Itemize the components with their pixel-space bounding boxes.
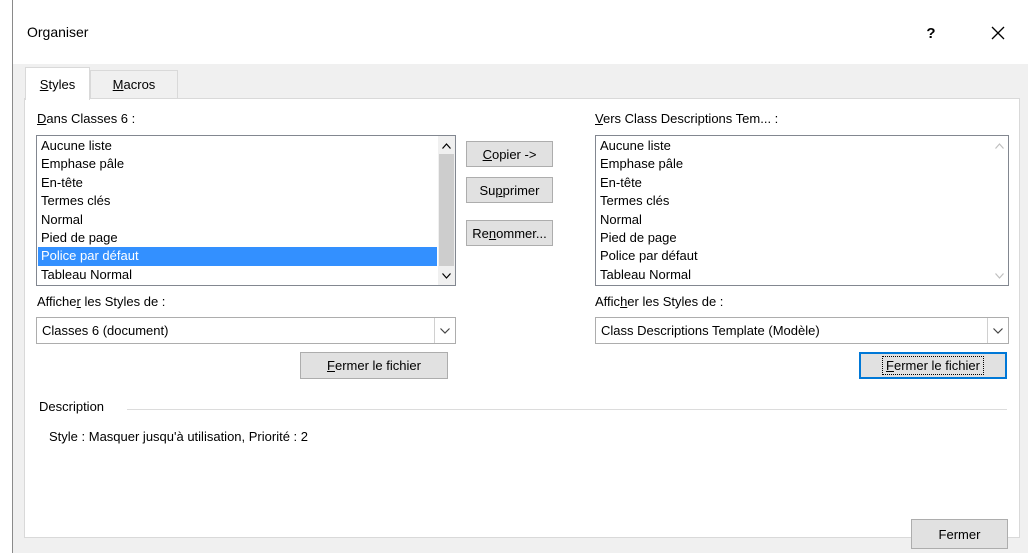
delete-button-accel: p [495,182,503,198]
list-item[interactable]: En-tête [38,174,437,192]
list-item[interactable]: Pied de page [38,229,437,247]
chevron-down-icon [442,272,451,279]
help-button[interactable]: ? [909,16,953,50]
list-item[interactable]: Police par défaut [38,247,437,266]
tab-macros-label: acros [123,77,156,92]
rename-button[interactable]: Re n ommer... [466,220,553,246]
list-item[interactable]: Normal [597,211,990,229]
list-item[interactable]: Termes clés [597,192,990,210]
list-item[interactable]: Aucune liste [38,137,437,155]
right-close-file-button[interactable]: Fermer le fichier [859,352,1007,379]
delete-button-label-post: primer [502,182,540,198]
tab-macros[interactable]: Macros [90,70,178,98]
title-bar: Organiser ? [13,0,1028,64]
chevron-down-icon [995,272,1004,279]
tab-styles[interactable]: Styles [25,67,90,100]
copy-button-label: opier -> [491,146,537,162]
scroll-up-arrow[interactable] [991,137,1008,154]
rename-button-label-post: ommer... [496,225,547,241]
description-divider [127,409,1007,410]
close-dialog-button[interactable]: Fermer [911,519,1008,549]
left-close-file-label: ermer le fichier [334,358,421,373]
right-select-dropdown[interactable] [987,318,1008,343]
tab-styles-accel: S [39,76,49,92]
right-style-list[interactable]: Aucune liste Emphase pâle En-tête Termes cl… [595,135,1009,286]
list-item[interactable]: Emphase pâle [597,155,990,173]
chevron-down-icon [993,327,1003,334]
rename-button-accel: n [488,225,497,241]
left-list-items: Aucune liste Emphase pâle En-tête Termes cl… [38,137,437,284]
right-show-label-post: er les Styles de : [627,294,724,309]
list-item[interactable]: Pied de page [597,229,990,247]
dialog-title: Organiser [27,24,89,40]
rename-button-label-pre: Re [472,225,489,241]
left-select-dropdown[interactable] [434,318,455,343]
left-list-label-accel: D [37,111,47,126]
left-show-label-post: les Styles de : [80,294,166,309]
focus-rect: Fermer le fichier [882,356,984,375]
tab-macros-accel: M [112,77,124,92]
right-show-styles-label: Afficher les Styles de : [595,294,723,309]
close-button[interactable] [975,14,1021,52]
right-list-items: Aucune liste Emphase pâle En-tête Termes cl… [597,137,990,284]
list-item[interactable]: Termes clés [38,192,437,210]
list-item[interactable]: Tableau Normal [38,266,437,284]
scroll-up-arrow[interactable] [438,137,455,154]
copy-button-accel: C [482,146,492,162]
list-item[interactable]: Tableau Normal [597,266,990,284]
right-list-label: Vers Class Descriptions Tem... : [595,111,778,126]
list-item[interactable]: En-tête [597,174,990,192]
right-close-file-accel: F [886,358,894,373]
left-style-list[interactable]: Aucune liste Emphase pâle En-tête Termes cl… [36,135,456,286]
left-close-file-button[interactable]: Fermer le fichier [300,352,448,379]
copy-button[interactable]: Copier -> [466,141,553,167]
left-list-label: Dans Classes 6 : [37,111,135,126]
right-close-file-label: ermer le fichier [893,358,980,373]
tab-styles-label: tyles [48,76,76,92]
description-heading: Description [39,399,105,414]
left-show-styles-label: Afficher les Styles de : [37,294,165,309]
left-select-value: Classes 6 (document) [42,323,169,338]
left-styles-source-select[interactable]: Classes 6 (document) [36,317,456,344]
help-icon: ? [926,24,936,42]
list-item[interactable]: Emphase pâle [38,155,437,173]
scroll-thumb[interactable] [439,154,454,266]
list-item[interactable]: Normal [38,211,437,229]
right-select-value: Class Descriptions Template (Modèle) [601,323,820,338]
scroll-down-arrow[interactable] [991,267,1008,284]
left-close-file-accel: F [327,358,335,373]
right-list-label-text: ers Class Descriptions Tem... : [602,111,779,126]
list-item[interactable]: Police par défaut [597,247,990,265]
description-text: Style : Masquer jusqu'à utilisation, Pri… [49,429,308,444]
dialog-body: Styles Macros Dans Classes 6 : Aucune li… [13,64,1028,553]
left-list-scrollbar[interactable] [438,136,455,285]
styles-panel: Dans Classes 6 : Aucune liste Emphase pâl… [24,98,1020,538]
close-icon [991,26,1005,40]
right-show-label-pre: Affic [595,294,621,309]
chevron-down-icon [440,327,450,334]
right-list-scrollbar[interactable] [991,136,1008,285]
right-styles-source-select[interactable]: Class Descriptions Template (Modèle) [595,317,1009,344]
left-list-label-text: ans Classes 6 : [46,111,136,126]
scroll-down-arrow[interactable] [438,267,455,284]
delete-button[interactable]: Su p primer [466,177,553,203]
left-show-label-pre: Affiche [37,294,77,309]
close-dialog-label: Fermer [938,526,981,542]
chevron-up-icon [995,142,1004,149]
organiser-dialog: Organiser ? Styles Macros Dans Classes 6… [12,0,1028,553]
chevron-up-icon [442,142,451,149]
right-list-label-accel: V [595,111,603,126]
list-item[interactable]: Aucune liste [597,137,990,155]
delete-button-label-pre: Su [479,182,496,198]
